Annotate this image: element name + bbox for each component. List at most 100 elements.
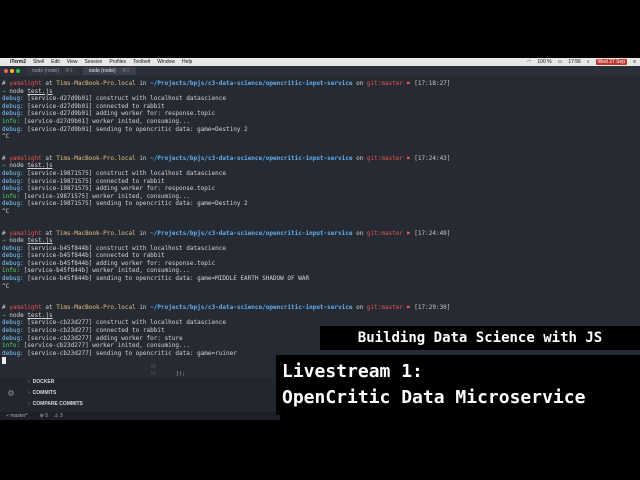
prompt-on: on bbox=[352, 154, 367, 162]
log-text: [service-cb23d277] connected to rabbit bbox=[23, 327, 165, 335]
search-icon[interactable]: ⌕ bbox=[587, 59, 590, 65]
log-text: [service-19871575] connected to rabbit bbox=[23, 177, 165, 185]
log-line: info: [service-19871575] worker inited, … bbox=[0, 193, 640, 201]
log-line: debug: [service-19871575] connected to r… bbox=[0, 178, 640, 186]
zoom-window-button[interactable] bbox=[16, 69, 20, 73]
sidebar-item-label: COMMITS bbox=[32, 390, 57, 396]
log-line: debug: [service-19871575] sending to ope… bbox=[0, 200, 640, 208]
log-level: debug: bbox=[2, 349, 24, 357]
session-gap bbox=[0, 290, 640, 304]
tab-2-label: node (node) bbox=[88, 68, 116, 74]
prompt-branch: git:master bbox=[366, 304, 404, 312]
tab-1[interactable]: node (node) ⌘1 bbox=[26, 67, 79, 75]
warnings-count[interactable]: ⚠ 3 bbox=[54, 413, 63, 419]
menu-extras: ◠ 100 % ▭ 17:56 ⌕ Wed 27 Sep ≡ bbox=[521, 59, 636, 65]
battery-status[interactable]: 100 % bbox=[537, 59, 551, 65]
interrupt-line: ^C bbox=[2, 282, 10, 290]
sidebar-item-commits[interactable]: › COMMITS bbox=[28, 390, 56, 396]
chevron-right-icon: › bbox=[28, 390, 30, 396]
log-text: [service-19871575] sending to opencritic… bbox=[23, 200, 248, 208]
prompt-branch: git:master bbox=[366, 154, 404, 162]
prompt-at: at bbox=[41, 80, 57, 87]
wifi-icon[interactable]: ◠ bbox=[527, 59, 531, 65]
command-text: node bbox=[9, 237, 28, 245]
command-text: node bbox=[9, 87, 28, 95]
log-text: [service-b45f844b] worker inited, consum… bbox=[20, 267, 190, 275]
prompt-on: on bbox=[352, 80, 367, 87]
log-text: [service-b45f844b] construct with localh… bbox=[23, 244, 226, 252]
prompt-arrow-icon: → bbox=[2, 311, 6, 319]
clock[interactable]: 17:56 bbox=[568, 59, 581, 65]
prompt-user: yamalight bbox=[9, 80, 42, 87]
prompt-host: Tims-MacBook-Pro.local bbox=[56, 154, 136, 162]
line-number: 38 bbox=[150, 364, 157, 370]
menu-toolbelt[interactable]: Toolbelt bbox=[133, 59, 150, 65]
prompt-user: yamalight bbox=[9, 154, 42, 162]
log-line: debug: [service-d27d9b01] sending to ope… bbox=[0, 126, 640, 134]
menu-bar: iTerm2 Shell Edit View Session Profiles … bbox=[0, 58, 640, 66]
episode-title-line-1: Livestream 1: bbox=[282, 361, 423, 382]
log-level: debug: bbox=[2, 327, 24, 335]
prompt-in: in bbox=[135, 80, 151, 87]
chevron-right-icon: › bbox=[28, 379, 30, 385]
log-level: debug: bbox=[2, 200, 24, 208]
prompt-in: in bbox=[135, 154, 151, 162]
menu-app[interactable]: iTerm2 bbox=[10, 59, 26, 65]
prompt-symbol: # bbox=[2, 229, 6, 237]
git-branch-status[interactable]: ⑂ master* bbox=[6, 413, 34, 419]
prompt-user: yamalight bbox=[9, 304, 42, 312]
line-number: 39 bbox=[150, 371, 157, 377]
errors-count[interactable]: ⊗ 5 bbox=[40, 413, 48, 419]
command-line: → node test.js bbox=[0, 162, 640, 170]
minimize-window-button[interactable] bbox=[10, 69, 14, 73]
menu-edit[interactable]: Edit bbox=[51, 59, 60, 65]
menu-profiles[interactable]: Profiles bbox=[109, 59, 126, 65]
log-line: debug: [service-b45f844b] connected to r… bbox=[0, 252, 640, 260]
prompt-arrow-icon: → bbox=[2, 162, 6, 170]
menu-shell[interactable]: Shell bbox=[33, 59, 44, 65]
interrupt-line: ^C bbox=[2, 207, 10, 215]
prompt-at: at bbox=[41, 304, 57, 312]
date-badge[interactable]: Wed 27 Sep bbox=[595, 59, 628, 65]
tab-2[interactable]: node (node) ⌘2 bbox=[82, 67, 136, 75]
log-line: debug: [service-d27d9b01] construct with… bbox=[0, 95, 640, 103]
notification-icon[interactable]: ≡ bbox=[633, 59, 636, 65]
log-text: [service-cb23d277] sending to opencritic… bbox=[23, 349, 237, 357]
log-level: info: bbox=[2, 117, 21, 125]
log-level: debug: bbox=[2, 259, 24, 267]
prompt-arrow-icon: → bbox=[2, 237, 6, 245]
close-window-button[interactable] bbox=[4, 69, 8, 73]
command-text: node bbox=[9, 162, 28, 170]
log-text: [service-cb23d277] construct with localh… bbox=[23, 319, 226, 327]
log-level: info: bbox=[2, 267, 21, 275]
prompt-symbol: # bbox=[2, 304, 6, 312]
prompt-on: on bbox=[352, 304, 367, 312]
prompt-timestamp: [17:18:27] bbox=[414, 80, 451, 87]
log-level: debug: bbox=[2, 169, 24, 177]
log-text: [service-b45f844b] connected to rabbit bbox=[23, 252, 165, 260]
episode-title-block: Livestream 1: OpenCritic Data Microservi… bbox=[276, 355, 640, 415]
episode-title-line-2: OpenCritic Data Microservice bbox=[282, 387, 586, 408]
terminal-tab-bar: node (node) ⌘1 node (node) ⌘2 bbox=[0, 66, 640, 76]
log-line: debug: [service-b45f844b] construct with… bbox=[0, 245, 640, 253]
prompt-arrow-icon: → bbox=[2, 87, 6, 95]
log-text: [service-cb23d277] adding worker for: st… bbox=[23, 334, 183, 342]
log-level: debug: bbox=[2, 252, 24, 260]
log-level: debug: bbox=[2, 102, 24, 110]
prompt-dirty-icon: ✖ bbox=[406, 80, 411, 87]
menu-view[interactable]: View bbox=[67, 59, 78, 65]
menu-window[interactable]: Window bbox=[157, 59, 175, 65]
sidebar-item-label: COMPARE COMMITS bbox=[32, 401, 83, 407]
log-level: debug: bbox=[2, 185, 24, 193]
sidebar-item-docker[interactable]: › DOCKER bbox=[28, 379, 54, 385]
bottom-letterbox bbox=[0, 420, 640, 480]
log-level: debug: bbox=[2, 95, 24, 103]
log-level: debug: bbox=[2, 177, 24, 185]
menu-help[interactable]: Help bbox=[182, 59, 192, 65]
menu-session[interactable]: Session bbox=[85, 59, 103, 65]
sidebar-item-compare-commits[interactable]: › COMPARE COMMITS bbox=[28, 401, 83, 407]
battery-icon: ▭ bbox=[557, 59, 563, 65]
gear-icon[interactable]: ⚙ bbox=[8, 388, 14, 399]
command-line: → node test.js bbox=[0, 237, 640, 245]
prompt-symbol: # bbox=[2, 80, 6, 87]
